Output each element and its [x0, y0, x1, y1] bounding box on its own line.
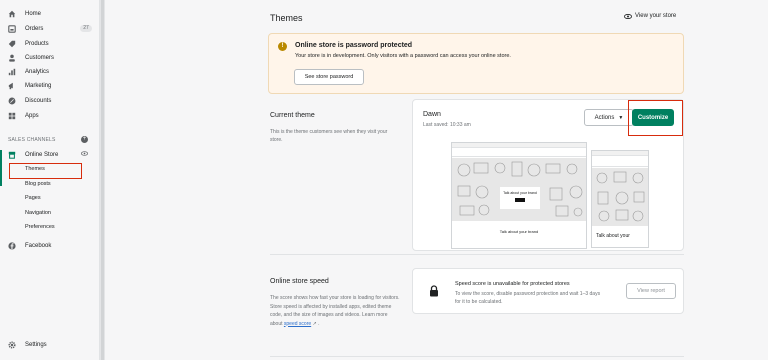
external-link-icon: ↗ — [312, 320, 317, 327]
sidebar-item-label: Orders — [25, 26, 44, 32]
banner-title: Online store is password protected — [295, 42, 413, 49]
person-icon — [8, 54, 16, 62]
actions-dropdown-button[interactable]: Actions ▼ — [584, 109, 634, 126]
speed-card-text: To view the score, disable password prot… — [455, 291, 601, 305]
apps-icon — [8, 112, 16, 120]
add-sales-channel-button[interactable]: + — [81, 136, 88, 143]
sidebar-item-online-store[interactable]: Online Store — [8, 149, 58, 161]
sidebar-subitem-navigation[interactable]: Navigation — [25, 208, 51, 218]
sidebar-item-label: Online Store — [25, 152, 59, 158]
preview-mobile-header — [592, 156, 648, 167]
section-divider — [270, 356, 684, 357]
password-banner: ! Online store is password protected You… — [268, 33, 684, 94]
current-theme-heading: Current theme — [270, 112, 315, 119]
store-speed-description: The score shows how fast your store is l… — [270, 295, 400, 327]
mobile-hero-illustration — [596, 171, 645, 222]
current-theme-description: This is the theme customers see when the… — [270, 129, 388, 143]
view-store-label: View your store — [635, 13, 677, 19]
gear-icon — [8, 341, 16, 349]
eye-icon[interactable] — [81, 151, 88, 156]
sidebar-item-label: Analytics — [25, 69, 50, 75]
sidebar-item-label: Facebook — [25, 243, 52, 249]
sidebar-item-settings[interactable]: Settings — [8, 339, 47, 351]
orders-count-badge: 27 — [80, 25, 92, 32]
actions-label: Actions — [594, 114, 615, 121]
sidebar-item-label: Customers — [25, 55, 55, 61]
discount-icon — [8, 97, 16, 105]
preview-caption: Talk about your brand — [499, 229, 539, 234]
store-speed-heading: Online store speed — [270, 278, 329, 285]
preview-store-header — [452, 148, 586, 157]
sidebar: Home Orders 27 Products Customers Analyt… — [0, 0, 100, 360]
warning-icon: ! — [278, 42, 287, 51]
sidebar-item-products[interactable]: Products — [8, 38, 49, 50]
sidebar-scrollbar-thumb[interactable] — [101, 0, 104, 360]
sidebar-item-apps[interactable]: Apps — [8, 110, 39, 122]
sidebar-item-analytics[interactable]: Analytics — [8, 66, 49, 78]
preview-mobile-caption: Talk about your — [596, 233, 630, 239]
theme-name: Dawn — [423, 111, 441, 118]
sidebar-item-label: Apps — [25, 113, 39, 119]
theme-preview-mobile: Talk about your — [591, 150, 649, 248]
preview-overlay-text: Talk about your brand — [503, 191, 537, 195]
themes-highlight-box — [9, 163, 82, 179]
sidebar-item-marketing[interactable]: Marketing — [8, 80, 51, 92]
view-store-link[interactable]: View your store — [624, 13, 676, 19]
sidebar-item-label: Discounts — [25, 98, 52, 104]
sidebar-item-facebook[interactable]: Facebook — [8, 240, 51, 252]
section-divider — [270, 254, 684, 255]
speed-score-link[interactable]: speed score — [284, 321, 311, 327]
sidebar-item-label: Settings — [25, 342, 47, 348]
bar-chart-icon — [8, 68, 16, 76]
preview-overlay-button — [515, 198, 525, 202]
lock-icon — [430, 285, 438, 297]
sales-channels-heading: SALES CHANNELS — [8, 137, 56, 143]
sidebar-subitem-blog-posts[interactable]: Blog posts — [25, 179, 51, 189]
banner-text: Your store is in development. Only visit… — [295, 53, 511, 59]
sidebar-item-customers[interactable]: Customers — [8, 52, 54, 64]
sidebar-item-home[interactable]: Home — [8, 8, 41, 20]
sidebar-subitem-preferences[interactable]: Preferences — [25, 222, 55, 232]
eye-icon — [624, 13, 632, 19]
speed-score-card: Speed score is unavailable for protected… — [412, 268, 684, 314]
sidebar-subitem-pages[interactable]: Pages — [25, 193, 41, 203]
megaphone-icon — [8, 82, 16, 90]
sidebar-item-label: Marketing — [25, 83, 52, 89]
preview-hero-overlay: Talk about your brand — [500, 187, 540, 209]
sidebar-item-discounts[interactable]: Discounts — [8, 95, 51, 107]
sidebar-item-label: Home — [25, 11, 42, 17]
orders-icon — [8, 25, 16, 33]
view-report-button[interactable]: View report — [626, 283, 676, 299]
sidebar-item-label: Products — [25, 41, 49, 47]
sidebar-item-orders[interactable]: Orders — [8, 23, 43, 35]
see-store-password-button[interactable]: See store password — [294, 69, 364, 85]
active-nav-indicator — [0, 150, 2, 186]
store-icon — [8, 151, 16, 159]
tag-icon — [8, 40, 16, 48]
facebook-icon — [8, 242, 16, 250]
page-title: Themes — [270, 13, 303, 23]
preview-mobile-hero — [592, 168, 648, 226]
caret-down-icon: ▼ — [618, 114, 624, 121]
theme-preview-desktop: Talk about your brand Talk about your br… — [451, 142, 587, 249]
home-icon — [8, 10, 16, 18]
customize-highlight-box — [628, 100, 683, 136]
theme-last-saved: Last saved: 10:33 am — [423, 122, 471, 128]
speed-card-title: Speed score is unavailable for protected… — [455, 281, 570, 287]
